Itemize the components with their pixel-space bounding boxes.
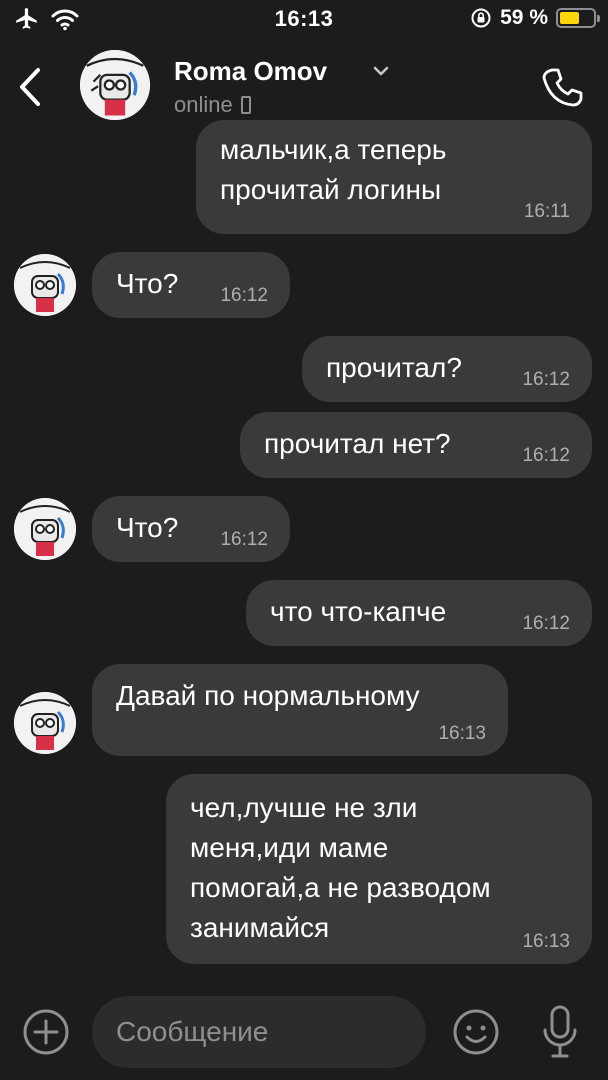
battery-level [560,12,579,24]
avatar-sticker-icon [80,50,150,120]
status-right: 59 % [470,6,600,30]
message-time: 16:13 [438,723,486,744]
message-time: 16:12 [522,369,570,390]
message-time: 16:12 [522,613,570,634]
message-time: 16:12 [522,445,570,466]
message-bubble-outgoing[interactable]: чел,лучше не зли меня,иди маме помогай,а н… [166,774,592,964]
message-bubble-outgoing[interactable]: прочитал? 16:12 [302,336,592,402]
status-bar: 16:13 59 % [0,0,608,40]
message-time: 16:13 [522,931,570,952]
contact-avatar[interactable] [80,50,150,120]
message-text: Давай по нормальному [116,680,420,711]
message-time: 16:12 [220,529,268,550]
sender-avatar[interactable] [14,254,76,316]
battery-percent: 59 % [500,6,548,29]
chevron-down-icon[interactable] [370,60,392,82]
online-label: online [174,92,233,117]
message-bubble-incoming[interactable]: Что? 16:12 [92,496,290,562]
message-bubble-incoming[interactable]: Что? 16:12 [92,252,290,318]
back-button[interactable] [14,64,48,110]
message-list[interactable]: мальчик,а теперь прочитай логины 16:11 Чт… [0,120,608,980]
avatar-sticker-icon [14,254,76,316]
orientation-lock-icon [471,8,491,28]
message-bubble-outgoing[interactable]: что что-капче 16:12 [246,580,592,646]
sender-avatar[interactable] [14,498,76,560]
message-input[interactable] [92,996,426,1068]
battery-icon [556,8,600,28]
contact-name[interactable]: Roma Omov [174,56,327,87]
message-bubble-outgoing[interactable]: мальчик,а теперь прочитай логины 16:11 [196,120,592,234]
message-text: чел,лучше не зли меня,иди маме помогай,а н… [190,792,491,943]
message-text: мальчик,а теперь прочитай логины [220,134,447,205]
add-attachment-icon[interactable] [22,1008,70,1056]
message-bubble-outgoing[interactable]: прочитал нет? 16:12 [240,412,592,478]
contact-status: online [174,92,251,118]
avatar-sticker-icon [14,692,76,754]
sender-avatar[interactable] [14,692,76,754]
emoji-icon[interactable] [452,1008,500,1056]
message-time: 16:11 [523,201,570,222]
microphone-icon[interactable] [540,1004,580,1060]
message-bubble-incoming[interactable]: Давай по нормальному 16:13 [92,664,508,756]
avatar-sticker-icon [14,498,76,560]
phone-call-icon[interactable] [538,64,586,112]
message-input-bar [0,988,608,1080]
message-time: 16:12 [220,285,268,306]
mobile-device-icon [240,96,251,114]
